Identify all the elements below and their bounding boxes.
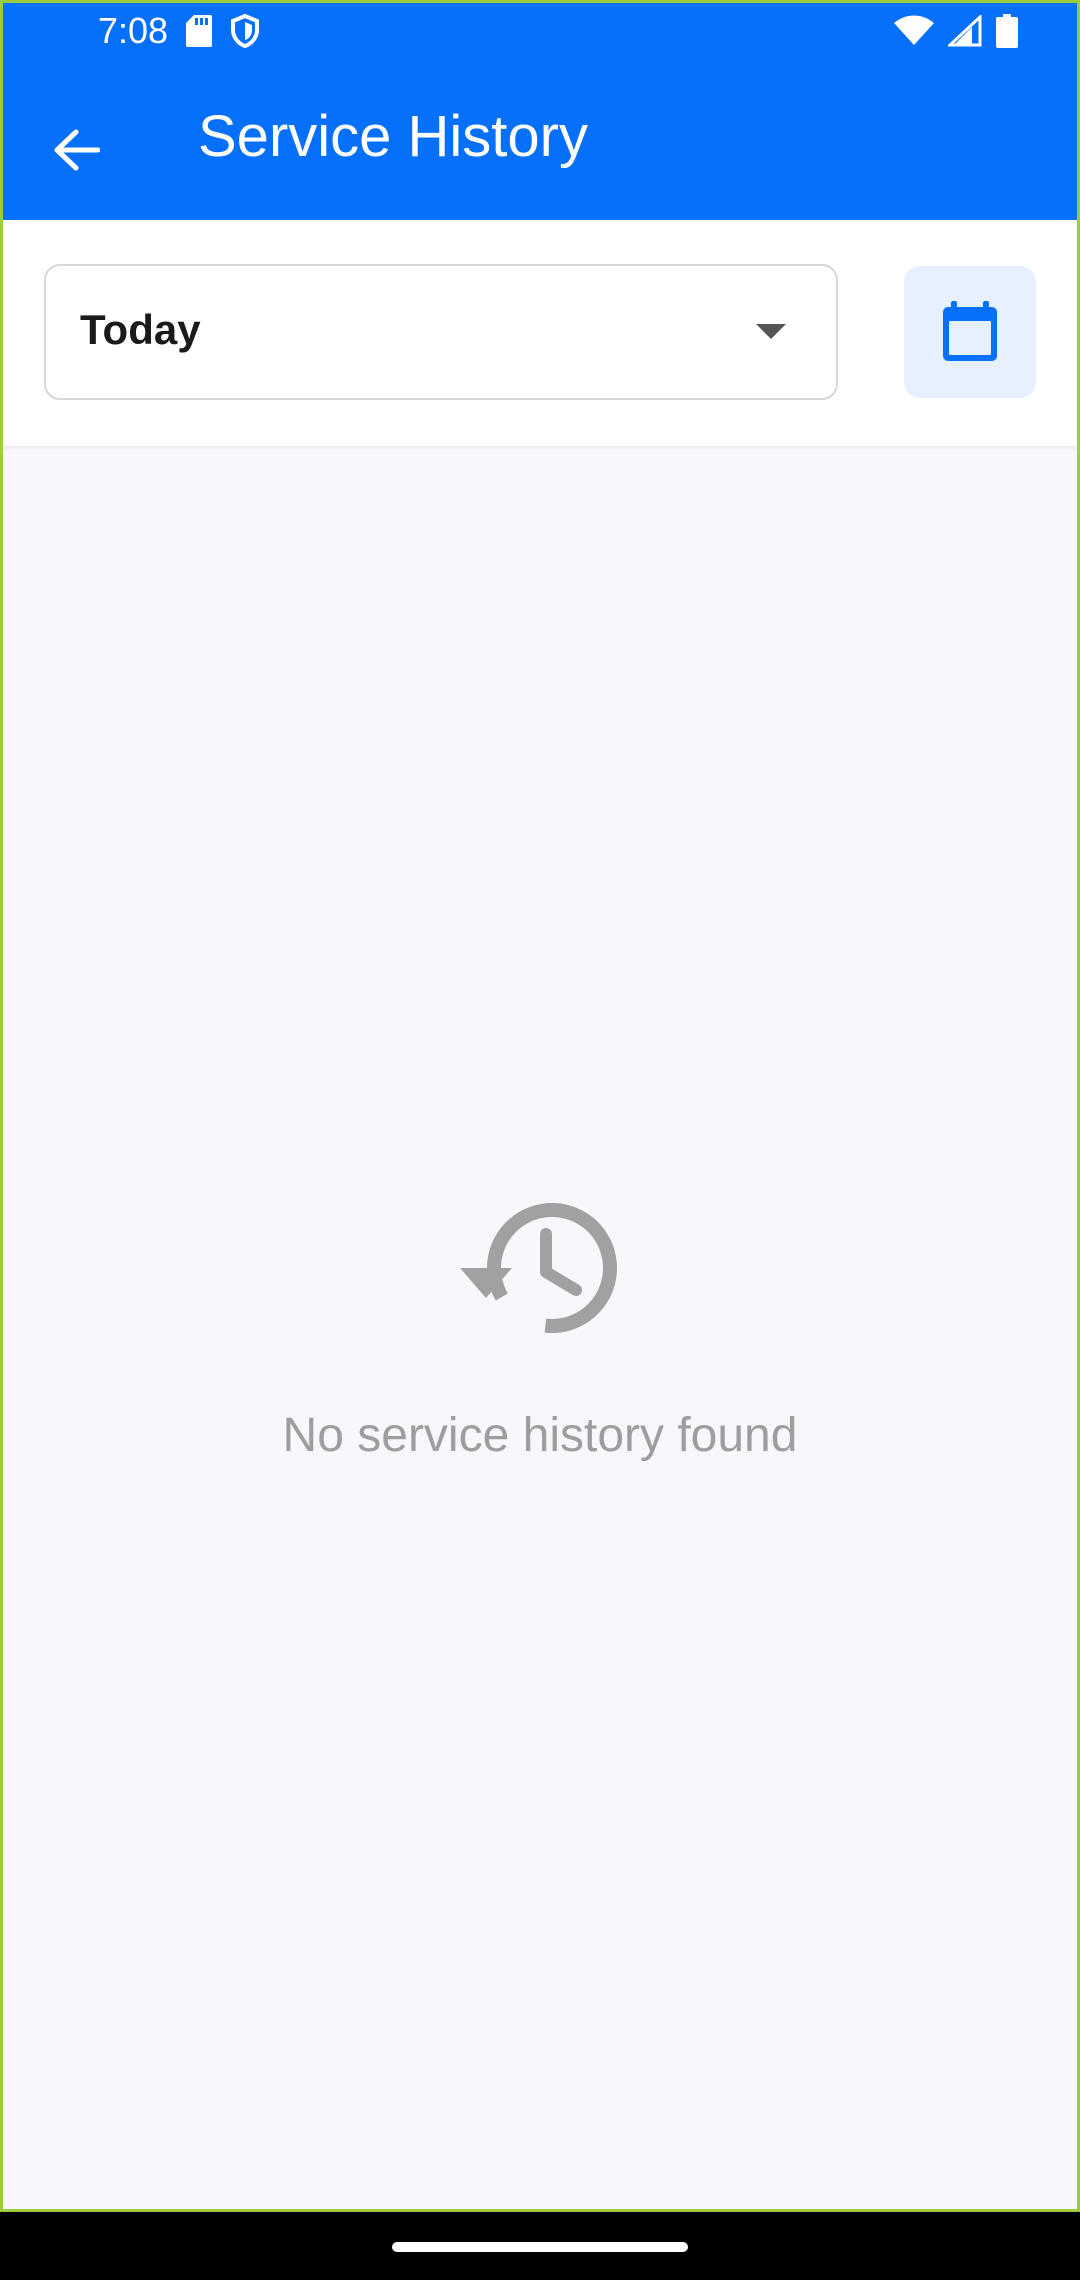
status-bar: 7:08 [0, 0, 1080, 66]
wifi-icon [894, 15, 934, 45]
arrow-back-icon [54, 129, 100, 171]
empty-state: No service history found [0, 1200, 1080, 1463]
status-time: 7:08 [98, 10, 169, 51]
navigation-bar [0, 2212, 1080, 2280]
toolbar: Service History [0, 66, 1080, 220]
page-title: Service History [198, 104, 588, 169]
home-gesture-handle[interactable] [392, 2242, 688, 2252]
battery-icon [996, 14, 1018, 48]
status-left-icons [186, 14, 260, 48]
signal-icon [948, 15, 982, 47]
shield-icon [231, 14, 259, 48]
calendar-button[interactable] [904, 266, 1036, 398]
back-button[interactable] [36, 110, 116, 190]
filter-bar: Today [0, 220, 1080, 446]
empty-state-message: No service history found [282, 1409, 798, 1462]
date-range-dropdown[interactable]: Today [44, 264, 838, 400]
screen: 7:08 Service History Today No service hi… [0, 0, 1080, 2280]
sd-card-icon [186, 15, 212, 47]
calendar-icon [943, 301, 997, 361]
dropdown-selected-value: Today [80, 306, 201, 353]
history-icon [460, 1203, 617, 1333]
caret-down-icon [756, 324, 786, 339]
status-right-icons [894, 14, 1018, 48]
app-bar: 7:08 Service History [0, 0, 1080, 220]
